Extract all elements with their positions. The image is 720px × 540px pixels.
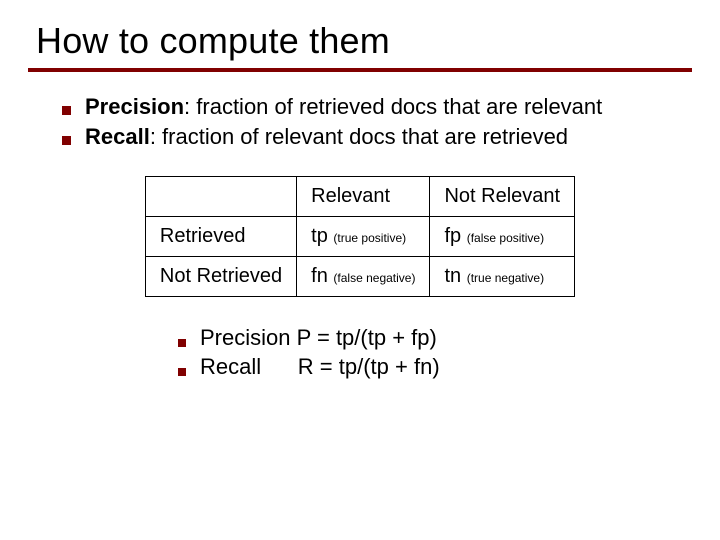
- definition-text: Recall: fraction of relevant docs that a…: [85, 124, 568, 150]
- cell-note: (true positive): [333, 231, 406, 245]
- table-row: Retrieved tp (true positive) fp (false p…: [145, 217, 574, 257]
- term-precision: Precision: [85, 94, 184, 119]
- cell-symbol: tp: [311, 225, 328, 247]
- cell-fp: fp (false positive): [430, 217, 575, 257]
- cell-note: (true negative): [467, 271, 544, 285]
- confusion-table: Relevant Not Relevant Retrieved tp (true…: [145, 176, 575, 297]
- term-recall: Recall: [85, 124, 150, 149]
- cell-note: (false negative): [333, 271, 415, 285]
- formula-recall: Recall R = tp/(tp + fn): [178, 354, 692, 380]
- formula-text: Recall R = tp/(tp + fn): [200, 354, 440, 380]
- formula-text: Precision P = tp/(tp + fp): [200, 325, 437, 351]
- cell-tp: tp (true positive): [297, 217, 430, 257]
- cell-tn: tn (true negative): [430, 257, 575, 297]
- cell-fn: fn (false negative): [297, 257, 430, 297]
- table-row: Not Retrieved fn (false negative) tn (tr…: [145, 257, 574, 297]
- header-relevant: Relevant: [297, 177, 430, 217]
- header-not-relevant: Not Relevant: [430, 177, 575, 217]
- cell-symbol: fn: [311, 265, 328, 287]
- title-rule: [28, 68, 692, 72]
- cell-symbol: tn: [444, 265, 461, 287]
- slide-title: How to compute them: [36, 20, 692, 62]
- bullet-square-icon: [178, 339, 186, 347]
- definition-precision: Precision: fraction of retrieved docs th…: [62, 94, 692, 120]
- definition-recall: Recall: fraction of relevant docs that a…: [62, 124, 692, 150]
- table-row: Relevant Not Relevant: [145, 177, 574, 217]
- formula-precision: Precision P = tp/(tp + fp): [178, 325, 692, 351]
- row-label-not-retrieved: Not Retrieved: [145, 257, 296, 297]
- definitions-list: Precision: fraction of retrieved docs th…: [62, 94, 692, 150]
- text-recall: : fraction of relevant docs that are ret…: [150, 124, 568, 149]
- slide: How to compute them Precision: fraction …: [0, 0, 720, 540]
- cell-symbol: fp: [444, 225, 461, 247]
- cell-note: (false positive): [467, 231, 544, 245]
- row-label-retrieved: Retrieved: [145, 217, 296, 257]
- text-precision: : fraction of retrieved docs that are re…: [184, 94, 602, 119]
- bullet-square-icon: [62, 136, 71, 145]
- bullet-square-icon: [62, 106, 71, 115]
- formulas-list: Precision P = tp/(tp + fp) Recall R = tp…: [178, 325, 692, 380]
- header-empty: [145, 177, 296, 217]
- bullet-square-icon: [178, 368, 186, 376]
- definition-text: Precision: fraction of retrieved docs th…: [85, 94, 602, 120]
